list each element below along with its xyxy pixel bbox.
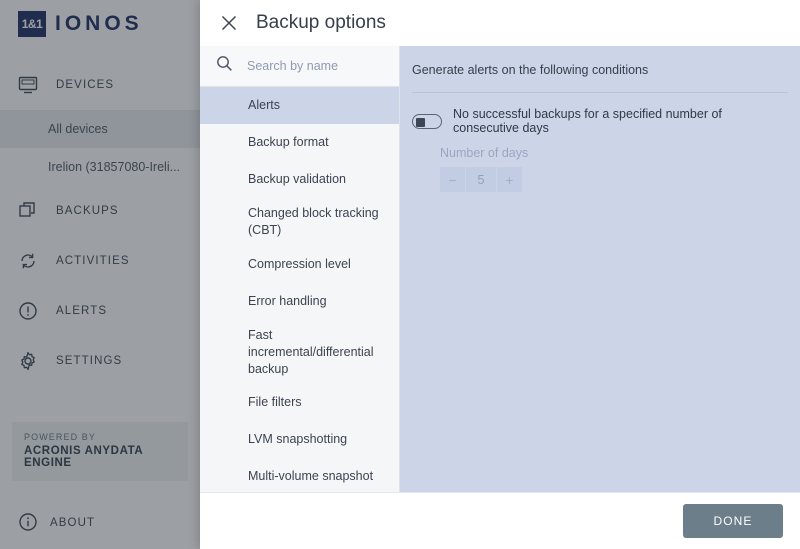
close-icon[interactable]	[216, 10, 242, 36]
sidebar-item-all-devices-label: All devices	[48, 122, 108, 136]
app-root: 1&1 IONOS DEVICES All devices Irelion (3…	[0, 0, 800, 549]
pane-heading: Generate alerts on the following conditi…	[412, 63, 649, 77]
option-label: Backup format	[248, 135, 329, 150]
left-sidebar: 1&1 IONOS DEVICES All devices Irelion (3…	[0, 0, 200, 549]
sidebar-item-settings-label: SETTINGS	[56, 355, 123, 367]
sidebar-item-backups[interactable]: BACKUPS	[0, 186, 200, 236]
stepper-decrement-button[interactable]: −	[440, 167, 466, 192]
number-of-days-stepper[interactable]: − 5 +	[440, 167, 800, 192]
option-item-error-handling[interactable]: Error handling	[200, 283, 399, 320]
done-button[interactable]: DONE	[683, 504, 783, 538]
dialog-body: Alerts Backup format Backup validation C…	[200, 46, 800, 492]
option-item-compression-level[interactable]: Compression level	[200, 246, 399, 283]
option-label: Compression level	[248, 256, 351, 271]
sidebar-item-about-label: ABOUT	[50, 517, 96, 529]
brand-name: IONOS	[55, 12, 143, 35]
gear-icon	[18, 349, 44, 373]
number-of-days-label: Number of days	[440, 146, 529, 160]
option-label: Multi-volume snapshot	[248, 469, 374, 484]
options-list-panel: Alerts Backup format Backup validation C…	[200, 46, 400, 492]
search-icon	[216, 55, 233, 77]
exclamation-circle-icon	[18, 299, 44, 323]
ionos-mark-icon: 1&1	[18, 11, 46, 37]
option-item-changed-block-tracking[interactable]: Changed block tracking (CBT)	[200, 198, 399, 246]
sidebar-item-devices[interactable]: DEVICES	[0, 60, 200, 110]
option-label: Alerts	[248, 98, 280, 113]
toggle-knob	[416, 117, 425, 127]
search-row	[200, 46, 399, 87]
refresh-icon	[18, 249, 44, 273]
info-circle-icon	[18, 512, 38, 535]
brand-logo: 1&1 IONOS	[0, 0, 200, 48]
options-scroll[interactable]: Alerts Backup format Backup validation C…	[200, 87, 399, 492]
sidebar-item-activities-label: ACTIVITIES	[56, 255, 130, 267]
sidebar-item-settings[interactable]: SETTINGS	[0, 336, 200, 386]
sidebar-item-alerts[interactable]: ALERTS	[0, 286, 200, 336]
sidebar-item-all-devices[interactable]: All devices	[0, 110, 200, 148]
option-item-file-filters[interactable]: File filters	[200, 384, 399, 421]
powered-by-block: POWERED BY ACRONIS ANYDATA ENGINE	[12, 422, 188, 481]
powered-by-label: POWERED BY	[24, 432, 97, 442]
option-label: LVM snapshotting	[248, 432, 348, 447]
option-item-backup-validation[interactable]: Backup validation	[200, 161, 399, 198]
option-item-backup-format[interactable]: Backup format	[200, 124, 399, 161]
option-label: Changed block tracking (CBT)	[248, 206, 379, 237]
dialog-title: Backup options	[256, 12, 386, 33]
option-item-fast-incremental-differential-backup[interactable]: Fast incremental/differential backup	[200, 320, 399, 385]
sidebar-item-devices-label: DEVICES	[56, 79, 115, 91]
sidebar-item-irelion-label: Irelion (31857080-Ireli...	[48, 160, 181, 174]
sidebar-item-alerts-label: ALERTS	[56, 305, 108, 317]
option-detail-pane: Generate alerts on the following conditi…	[400, 46, 800, 492]
option-label: Fast incremental/differential backup	[248, 327, 374, 376]
no-successful-backups-toggle[interactable]	[412, 113, 442, 129]
condition-row: No successful backups for a specified nu…	[400, 93, 800, 135]
sidebar-item-backups-label: BACKUPS	[56, 205, 119, 217]
option-item-alerts[interactable]: Alerts	[200, 87, 399, 124]
monitor-icon	[18, 73, 44, 97]
search-input[interactable]	[247, 59, 387, 73]
option-label: File filters	[248, 395, 302, 410]
stepper-value[interactable]: 5	[466, 167, 496, 192]
sidebar-item-about[interactable]: ABOUT	[0, 497, 200, 549]
powered-by-engine: ACRONIS ANYDATA ENGINE	[24, 445, 143, 469]
condition-label: No successful backups for a specified nu…	[453, 107, 722, 135]
option-label: Backup validation	[248, 172, 346, 187]
option-item-lvm-snapshotting[interactable]: LVM snapshotting	[200, 421, 399, 458]
sidebar-nav: DEVICES All devices Irelion (31857080-Ir…	[0, 60, 200, 386]
sidebar-item-activities[interactable]: ACTIVITIES	[0, 236, 200, 286]
layers-icon	[18, 199, 44, 223]
stepper-increment-button[interactable]: +	[496, 167, 522, 192]
option-item-multi-volume-snapshot[interactable]: Multi-volume snapshot	[200, 458, 399, 492]
backup-options-dialog: Backup options Alerts Backup format Back…	[200, 0, 800, 549]
dialog-footer: DONE	[200, 492, 800, 549]
dialog-header: Backup options	[200, 0, 800, 46]
option-label: Error handling	[248, 293, 327, 308]
sidebar-item-irelion[interactable]: Irelion (31857080-Ireli...	[0, 148, 200, 186]
